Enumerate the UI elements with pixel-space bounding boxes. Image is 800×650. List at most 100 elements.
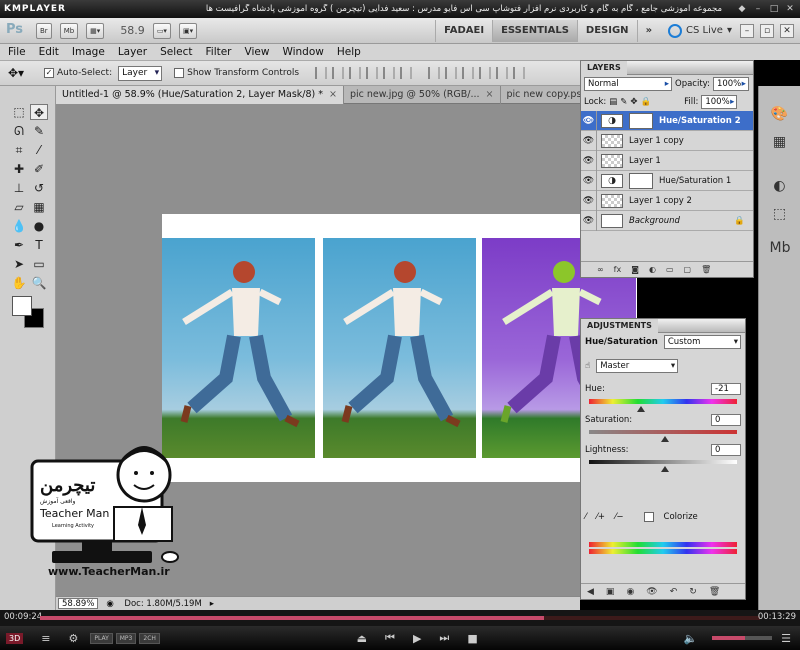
- seek-track[interactable]: [40, 616, 760, 620]
- align-right-icon[interactable]: [400, 67, 413, 79]
- distribute-hcenter-icon[interactable]: [496, 67, 509, 79]
- trash-icon[interactable]: 🗑: [701, 265, 711, 274]
- layer-layer-1-copy-2[interactable]: 👁 Layer 1 copy 2: [581, 190, 753, 211]
- visibility-eye-icon[interactable]: 👁: [581, 190, 597, 211]
- mask-icon[interactable]: ◙: [631, 265, 639, 274]
- saturation-slider-track[interactable]: [589, 430, 737, 434]
- visibility-eye-icon[interactable]: 👁: [581, 130, 597, 151]
- ps-restore-icon[interactable]: ▫: [760, 23, 774, 38]
- mini-bridge-button[interactable]: Mb: [59, 22, 79, 39]
- crop-tool-icon[interactable]: ⌗: [10, 142, 28, 158]
- tab-pic-new[interactable]: pic new.jpg @ 50% (RGB/... ×: [344, 86, 501, 104]
- eyedropper-plus-icon[interactable]: ⁄+: [596, 512, 605, 522]
- layer-layer-1-copy[interactable]: 👁 Layer 1 copy: [581, 130, 753, 151]
- link-icon[interactable]: ∞: [597, 265, 604, 274]
- document-canvas[interactable]: [162, 214, 637, 482]
- layer-mask-thumb[interactable]: [629, 172, 653, 189]
- menu-file[interactable]: File: [8, 46, 26, 58]
- clip-icon[interactable]: ◉: [626, 587, 634, 597]
- menu-filter[interactable]: Filter: [206, 46, 232, 58]
- adjustments-tab[interactable]: ADJUSTMENTS: [581, 319, 658, 333]
- workspace-design[interactable]: DESIGN: [576, 19, 637, 42]
- distribute-top-icon[interactable]: [428, 67, 441, 79]
- show-transform-option[interactable]: Show Transform Controls: [174, 68, 299, 78]
- lightness-input[interactable]: 0: [711, 444, 741, 456]
- shape-tool-icon[interactable]: ▭: [30, 256, 48, 272]
- history-brush-tool-icon[interactable]: ↺: [30, 180, 48, 196]
- show-transform-checkbox[interactable]: [174, 68, 185, 78]
- brush-tool-icon[interactable]: ✐: [30, 161, 48, 177]
- previous-state-icon[interactable]: ↶: [670, 587, 678, 597]
- close-tab-icon[interactable]: ×: [486, 86, 494, 104]
- align-vcenter-icon[interactable]: [332, 67, 345, 79]
- menu-icon[interactable]: ☰: [781, 632, 791, 645]
- visibility-icon[interactable]: 👁: [646, 587, 657, 597]
- visibility-eye-icon[interactable]: 👁: [581, 210, 597, 231]
- status-zoom-field[interactable]: 58.89%: [58, 598, 99, 609]
- view-extras-button[interactable]: ▦▾: [86, 22, 105, 39]
- distribute-bottom-icon[interactable]: [462, 67, 475, 79]
- foreground-color-swatch[interactable]: [12, 296, 32, 316]
- move-tool-preset-icon[interactable]: ✥▾: [8, 66, 38, 80]
- eyedropper-tool-icon[interactable]: ⁄: [30, 142, 48, 158]
- lock-image-icon[interactable]: ✎: [620, 97, 627, 107]
- align-bottom-icon[interactable]: [349, 67, 362, 79]
- align-hcenter-icon[interactable]: [383, 67, 396, 79]
- lock-all-icon[interactable]: 🔒: [641, 97, 652, 107]
- bridge-button[interactable]: Br: [36, 22, 52, 39]
- volume-icon[interactable]: 🔈: [683, 632, 697, 645]
- styles-panel-icon[interactable]: ◐: [770, 178, 790, 198]
- menu-window[interactable]: Window: [282, 46, 323, 58]
- path-select-tool-icon[interactable]: ➤: [10, 256, 28, 272]
- menu-edit[interactable]: Edit: [39, 46, 59, 58]
- lasso-tool-icon[interactable]: ᘏ: [10, 123, 28, 139]
- hue-slider-track[interactable]: [589, 399, 737, 404]
- lightness-slider-track[interactable]: [589, 460, 737, 464]
- 3d-mode-button[interactable]: 3D: [6, 632, 24, 644]
- previous-icon[interactable]: ⏮: [385, 631, 395, 645]
- eyedropper-minus-icon[interactable]: ⁄−: [615, 512, 624, 522]
- lock-transparency-icon[interactable]: ▤: [609, 97, 617, 107]
- menu-help[interactable]: Help: [337, 46, 361, 58]
- tab-untitled-1[interactable]: Untitled-1 @ 58.9% (Hue/Saturation 2, La…: [56, 86, 344, 104]
- fill-input[interactable]: 100%: [701, 95, 738, 109]
- healing-brush-tool-icon[interactable]: ✚: [10, 161, 28, 177]
- volume-slider[interactable]: [712, 636, 773, 640]
- hand-tool-icon[interactable]: ✋: [10, 275, 28, 291]
- type-tool-icon[interactable]: T: [30, 237, 48, 253]
- color-swatches[interactable]: [12, 296, 46, 328]
- move-tool-icon[interactable]: ✥: [30, 104, 48, 120]
- quick-select-tool-icon[interactable]: ✎: [30, 123, 48, 139]
- layer-hue-saturation-1[interactable]: 👁 ◑ Hue/Saturation 1: [581, 170, 753, 191]
- layers-tab[interactable]: LAYERS: [581, 61, 627, 75]
- reset-icon[interactable]: ↻: [689, 587, 697, 597]
- return-icon[interactable]: ◀: [587, 587, 594, 597]
- group-icon[interactable]: ▭: [666, 265, 674, 274]
- layer-background[interactable]: 👁 Background 🔒: [581, 210, 753, 231]
- zoom-tool-icon[interactable]: 🔍: [30, 275, 48, 291]
- opacity-input[interactable]: 100%: [712, 77, 749, 91]
- gradient-tool-icon[interactable]: ▦: [30, 199, 48, 215]
- ps-minimize-icon[interactable]: –: [740, 23, 754, 38]
- saturation-input[interactable]: 0: [711, 414, 741, 426]
- blur-tool-icon[interactable]: 💧: [10, 218, 28, 234]
- swatches-panel-icon[interactable]: ▦: [770, 134, 790, 154]
- arrange-documents-button[interactable]: ▭▾: [152, 22, 171, 39]
- pin-icon[interactable]: ◆: [736, 3, 748, 15]
- auto-select-checkbox[interactable]: ✓: [44, 68, 54, 78]
- marquee-tool-icon[interactable]: ⬚: [10, 104, 28, 120]
- colorize-checkbox[interactable]: [643, 512, 654, 522]
- distribute-left-icon[interactable]: [479, 67, 492, 79]
- status-arrow-icon[interactable]: ▸: [210, 599, 214, 609]
- auto-select-option[interactable]: ✓ Auto-Select:: [44, 68, 112, 78]
- blend-mode-select[interactable]: Normal: [584, 77, 672, 91]
- eject-icon[interactable]: ⏏: [357, 632, 367, 645]
- hue-input[interactable]: -21: [711, 383, 741, 395]
- mini-bridge-panel-icon[interactable]: Mb: [770, 240, 791, 260]
- playlist-icon[interactable]: ≡: [41, 632, 50, 645]
- visibility-eye-icon[interactable]: 👁: [581, 110, 597, 131]
- channel-select[interactable]: Master: [596, 359, 679, 373]
- close-icon[interactable]: ✕: [784, 3, 796, 15]
- layer-hue-saturation-2[interactable]: 👁 ◑ Hue/Saturation 2: [581, 110, 753, 131]
- delete-adjustment-icon[interactable]: 🗑: [709, 587, 720, 597]
